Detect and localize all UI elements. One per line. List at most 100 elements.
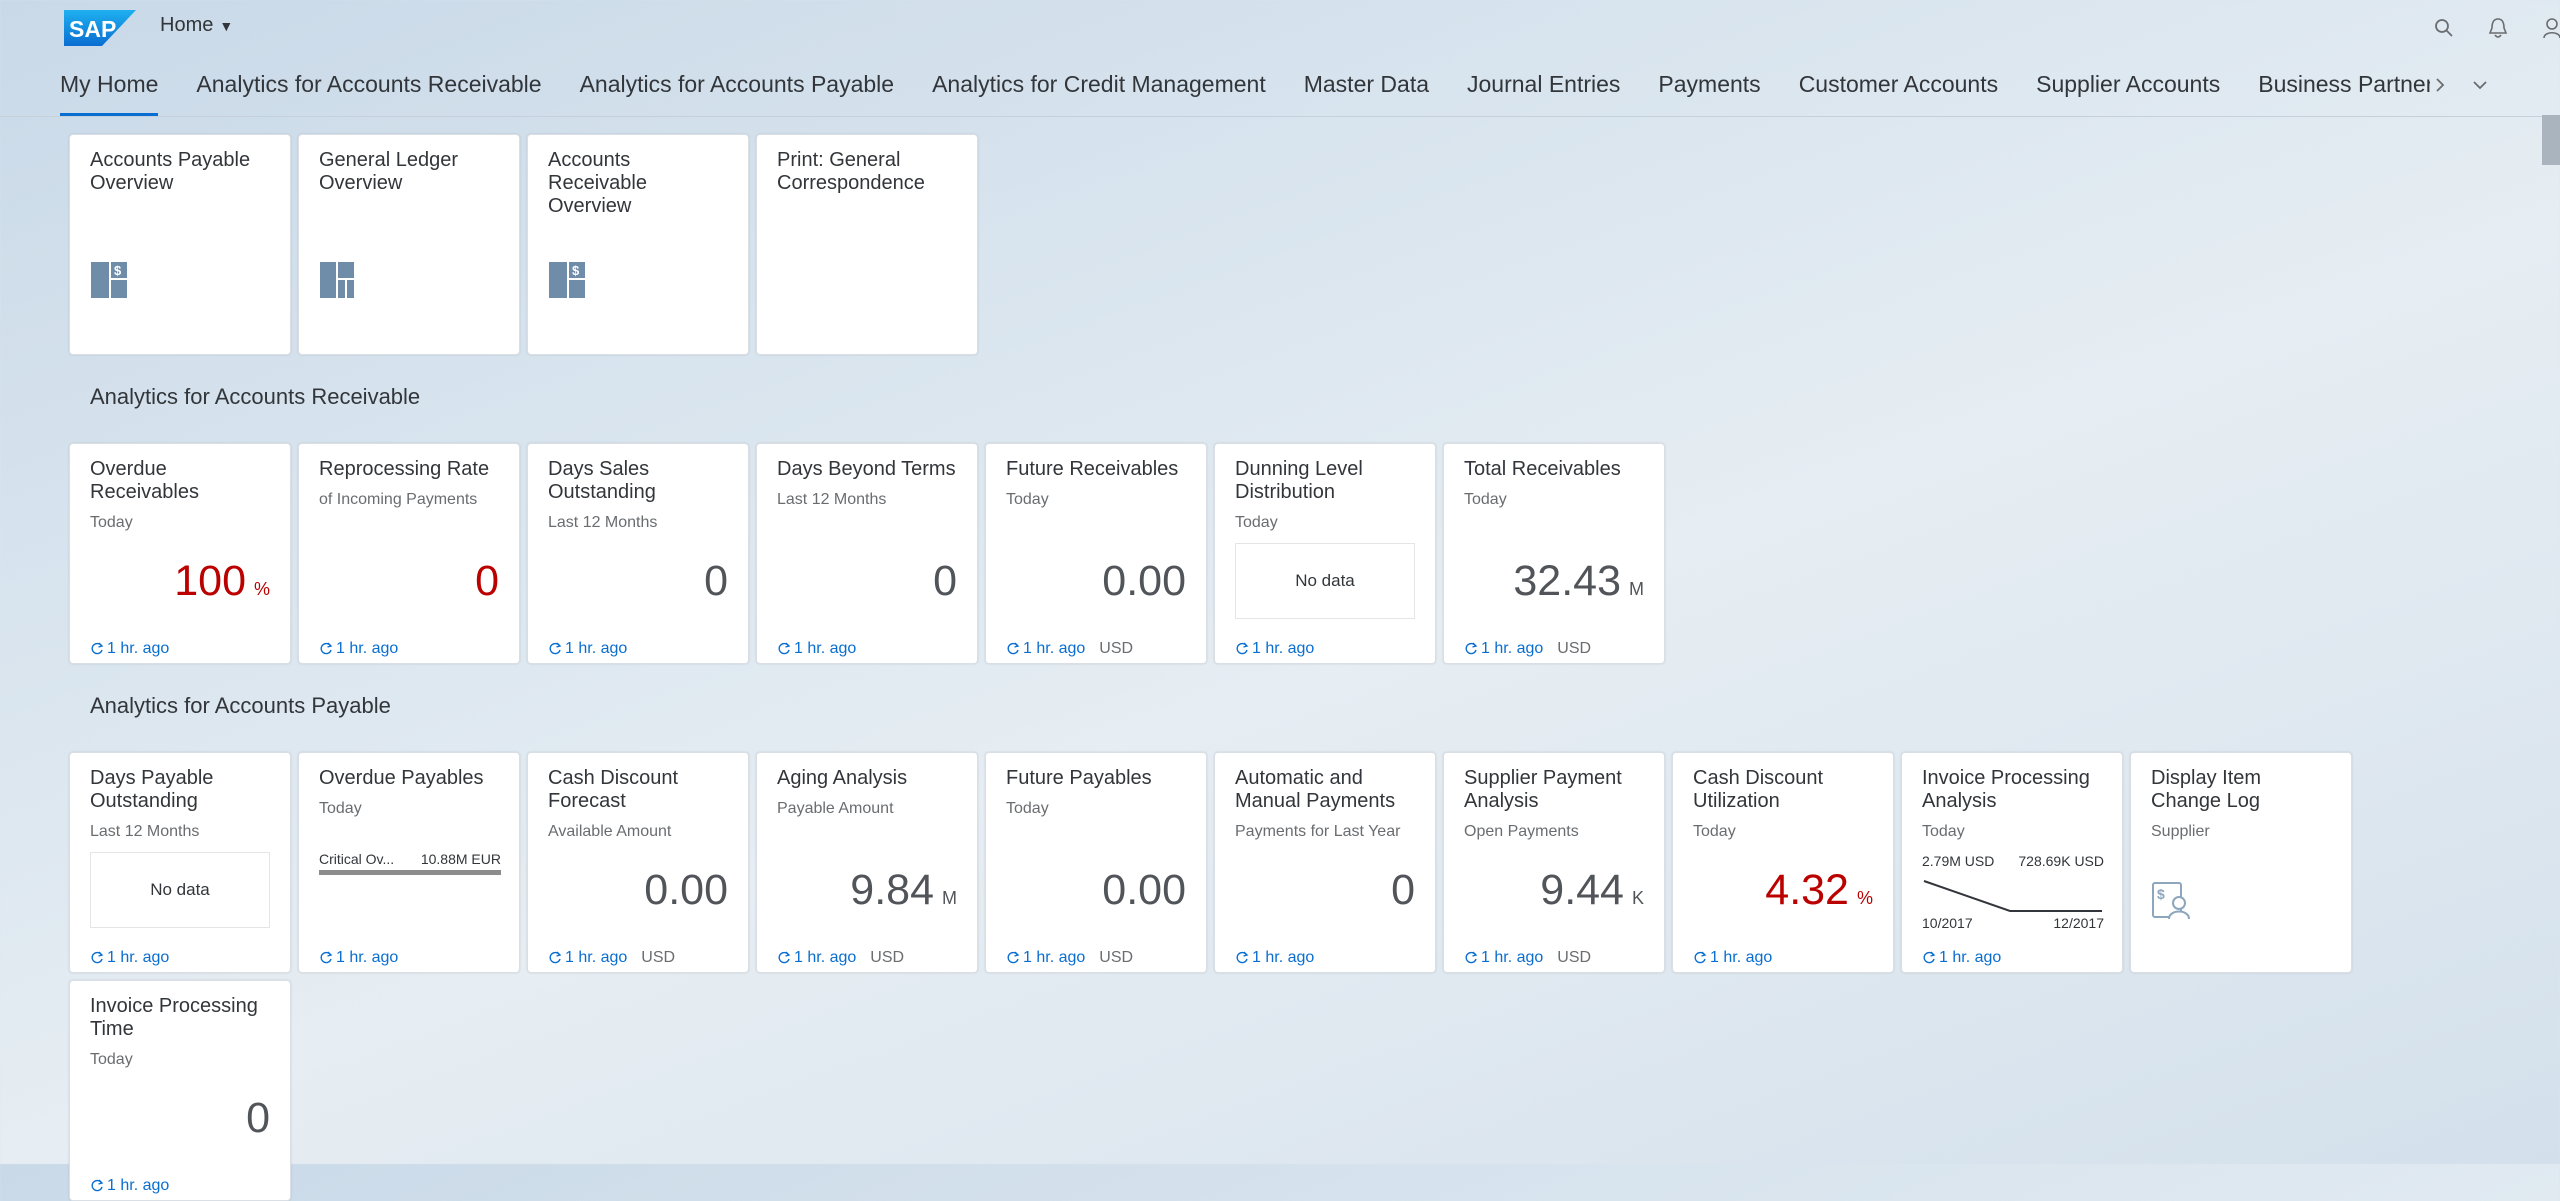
- tile-accounts-payable-overview[interactable]: Accounts Payable Overview $: [69, 134, 291, 355]
- refresh-link[interactable]: 1 hr. ago: [1235, 640, 1314, 658]
- tile-title: Overdue Payables: [319, 767, 484, 789]
- tile-overdue-payables[interactable]: Overdue Payables Today Critical Ov... 10.…: [298, 752, 520, 973]
- home-menu-label: Home: [160, 14, 214, 36]
- chevron-down-icon[interactable]: [2465, 70, 2495, 100]
- refresh-link[interactable]: 1 hr. ago: [1235, 949, 1314, 967]
- spark-right-value: 728.69K USD: [2018, 853, 2104, 869]
- refresh-icon: [320, 951, 333, 964]
- refresh-link[interactable]: 1 hr. ago: [90, 1177, 169, 1195]
- tile-title: Invoice Processing Time: [90, 995, 258, 1040]
- bullet-value: 10.88M EUR: [420, 851, 501, 867]
- tab-payments[interactable]: Payments: [1658, 54, 1760, 116]
- kpi-value: 9.44 K: [1540, 865, 1644, 923]
- refresh-link[interactable]: 1 hr. ago: [1464, 949, 1543, 967]
- kpi-value: 100%: [174, 556, 270, 614]
- kpi-scale: M: [1629, 579, 1644, 599]
- bell-icon[interactable]: [2480, 10, 2516, 46]
- tab-journal-entries[interactable]: Journal Entries: [1467, 54, 1620, 116]
- refresh-link[interactable]: 1 hr. ago: [1922, 949, 2001, 967]
- tile-supplier-payment-analysis[interactable]: Supplier Payment Analysis Open Payments …: [1443, 752, 1665, 973]
- tab-analytics-ap[interactable]: Analytics for Accounts Payable: [580, 54, 895, 116]
- tab-customer-accounts[interactable]: Customer Accounts: [1799, 54, 1998, 116]
- tile-subtitle: Available Amount: [548, 823, 672, 840]
- refresh-link[interactable]: 1 hr. ago: [319, 640, 398, 658]
- sap-logo[interactable]: SAP: [64, 10, 136, 46]
- tile-subtitle: Today: [1006, 491, 1049, 508]
- tab-analytics-credit[interactable]: Analytics for Credit Management: [932, 54, 1266, 116]
- svg-text:$: $: [114, 263, 122, 278]
- tile-future-payables[interactable]: Future Payables Today 0.00 1 hr. ago USD: [985, 752, 1207, 973]
- spark-left-date: 10/2017: [1922, 915, 1973, 931]
- refresh-link[interactable]: 1 hr. ago: [319, 949, 398, 967]
- user-icon[interactable]: [2534, 10, 2560, 46]
- home-menu[interactable]: Home ▼: [160, 14, 233, 37]
- tile-subtitle: Last 12 Months: [548, 514, 658, 531]
- kpi-number: 0: [933, 557, 957, 605]
- tile-title: Aging Analysis: [777, 767, 908, 789]
- tile-print-general-correspondence[interactable]: Print: General Correspondence: [756, 134, 978, 355]
- refresh-link[interactable]: 1 hr. ago: [1006, 640, 1085, 658]
- caret-down-icon: ▼: [219, 17, 234, 34]
- refresh-link[interactable]: 1 hr. ago: [1006, 949, 1085, 967]
- tile-future-receivables[interactable]: Future Receivables Today 0.00 1 hr. ago U…: [985, 443, 1207, 664]
- search-icon[interactable]: [2426, 10, 2462, 46]
- tile-subtitle: Payments for Last Year: [1235, 823, 1401, 840]
- tile-footer: 1 hr. ago USD: [1006, 949, 1133, 967]
- refresh-link[interactable]: 1 hr. ago: [1693, 949, 1772, 967]
- spark-left-value: 2.79M USD: [1922, 853, 1995, 869]
- tile-title: Accounts Receivable Overview: [548, 149, 647, 217]
- refresh-link[interactable]: 1 hr. ago: [548, 640, 627, 658]
- tile-invoice-processing-time[interactable]: Invoice Processing Time Today 0 1 hr. ag…: [69, 980, 291, 1201]
- refresh-icon: [1236, 951, 1249, 964]
- tile-automatic-manual-payments[interactable]: Automatic and Manual Payments Payments f…: [1214, 752, 1436, 973]
- tile-display-item-change-log[interactable]: Display Item Change Log Supplier $: [2130, 752, 2352, 973]
- scrollbar-thumb[interactable]: [2542, 115, 2560, 165]
- tile-title: Days Sales Outstanding: [548, 458, 656, 503]
- tile-title: Cash Discount Utilization: [1693, 767, 1824, 812]
- kpi-value: 0: [475, 556, 499, 606]
- kpi-value: 0: [704, 556, 728, 606]
- refresh-link[interactable]: 1 hr. ago: [90, 640, 169, 658]
- tab-master-data[interactable]: Master Data: [1304, 54, 1429, 116]
- tile-overdue-receivables[interactable]: Overdue Receivables Today 100% 1 hr. ago: [69, 443, 291, 664]
- tile-days-beyond-terms[interactable]: Days Beyond Terms Last 12 Months 0 1 hr.…: [756, 443, 978, 664]
- tile-title: General Ledger Overview: [319, 149, 458, 194]
- svg-text:$: $: [572, 263, 580, 278]
- tile-footer: 1 hr. ago: [1235, 949, 1314, 967]
- tile-days-sales-outstanding[interactable]: Days Sales Outstanding Last 12 Months 0 …: [527, 443, 749, 664]
- refresh-link[interactable]: 1 hr. ago: [548, 949, 627, 967]
- tile-cash-discount-utilization[interactable]: Cash Discount Utilization Today 4.32% 1 …: [1672, 752, 1894, 973]
- kpi-value: 4.32%: [1765, 865, 1873, 923]
- tile-footer: 1 hr. ago USD: [777, 949, 904, 967]
- refresh-icon: [1465, 642, 1478, 655]
- tile-title: Accounts Payable Overview: [90, 149, 251, 194]
- refresh-link[interactable]: 1 hr. ago: [777, 949, 856, 967]
- tile-invoice-processing-analysis[interactable]: Invoice Processing Analysis Today 2.79M …: [1901, 752, 2123, 973]
- tile-subtitle: Today: [1235, 514, 1278, 531]
- tile-title: Future Payables: [1006, 767, 1152, 789]
- supplier-icon: $: [2152, 882, 2190, 920]
- refresh-icon: [1694, 951, 1707, 964]
- tile-reprocessing-rate[interactable]: Reprocessing Rate of Incoming Payments 0…: [298, 443, 520, 664]
- kpi-number: 0: [1391, 866, 1415, 914]
- tile-total-receivables[interactable]: Total Receivables Today 32.43 M 1 hr. ago…: [1443, 443, 1665, 664]
- tile-accounts-receivable-overview[interactable]: Accounts Receivable Overview $: [527, 134, 749, 355]
- tile-subtitle: Last 12 Months: [90, 823, 200, 840]
- tile-dunning-level-distribution[interactable]: Dunning Level Distribution Today No data…: [1214, 443, 1436, 664]
- kpi-value: 0: [933, 556, 957, 606]
- tile-footer: 1 hr. ago USD: [1464, 949, 1591, 967]
- refresh-link[interactable]: 1 hr. ago: [90, 949, 169, 967]
- tab-analytics-ar[interactable]: Analytics for Accounts Receivable: [196, 54, 541, 116]
- tab-business-partner[interactable]: Business Partner Ma: [2258, 54, 2430, 116]
- tile-aging-analysis[interactable]: Aging Analysis Payable Amount 9.84 M 1 hr…: [756, 752, 978, 973]
- kpi-number: 0: [246, 1094, 270, 1142]
- tile-cash-discount-forecast[interactable]: Cash Discount Forecast Available Amount …: [527, 752, 749, 973]
- tile-days-payable-outstanding[interactable]: Days Payable Outstanding Last 12 Months …: [69, 752, 291, 973]
- chevron-right-icon[interactable]: [2425, 70, 2455, 100]
- bullet-chart: Critical Ov... 10.88M EUR: [319, 851, 501, 875]
- tab-my-home[interactable]: My Home: [60, 54, 159, 116]
- refresh-link[interactable]: 1 hr. ago: [1464, 640, 1543, 658]
- tile-general-ledger-overview[interactable]: General Ledger Overview: [298, 134, 520, 355]
- tab-supplier-accounts[interactable]: Supplier Accounts: [2036, 54, 2220, 116]
- refresh-link[interactable]: 1 hr. ago: [777, 640, 856, 658]
